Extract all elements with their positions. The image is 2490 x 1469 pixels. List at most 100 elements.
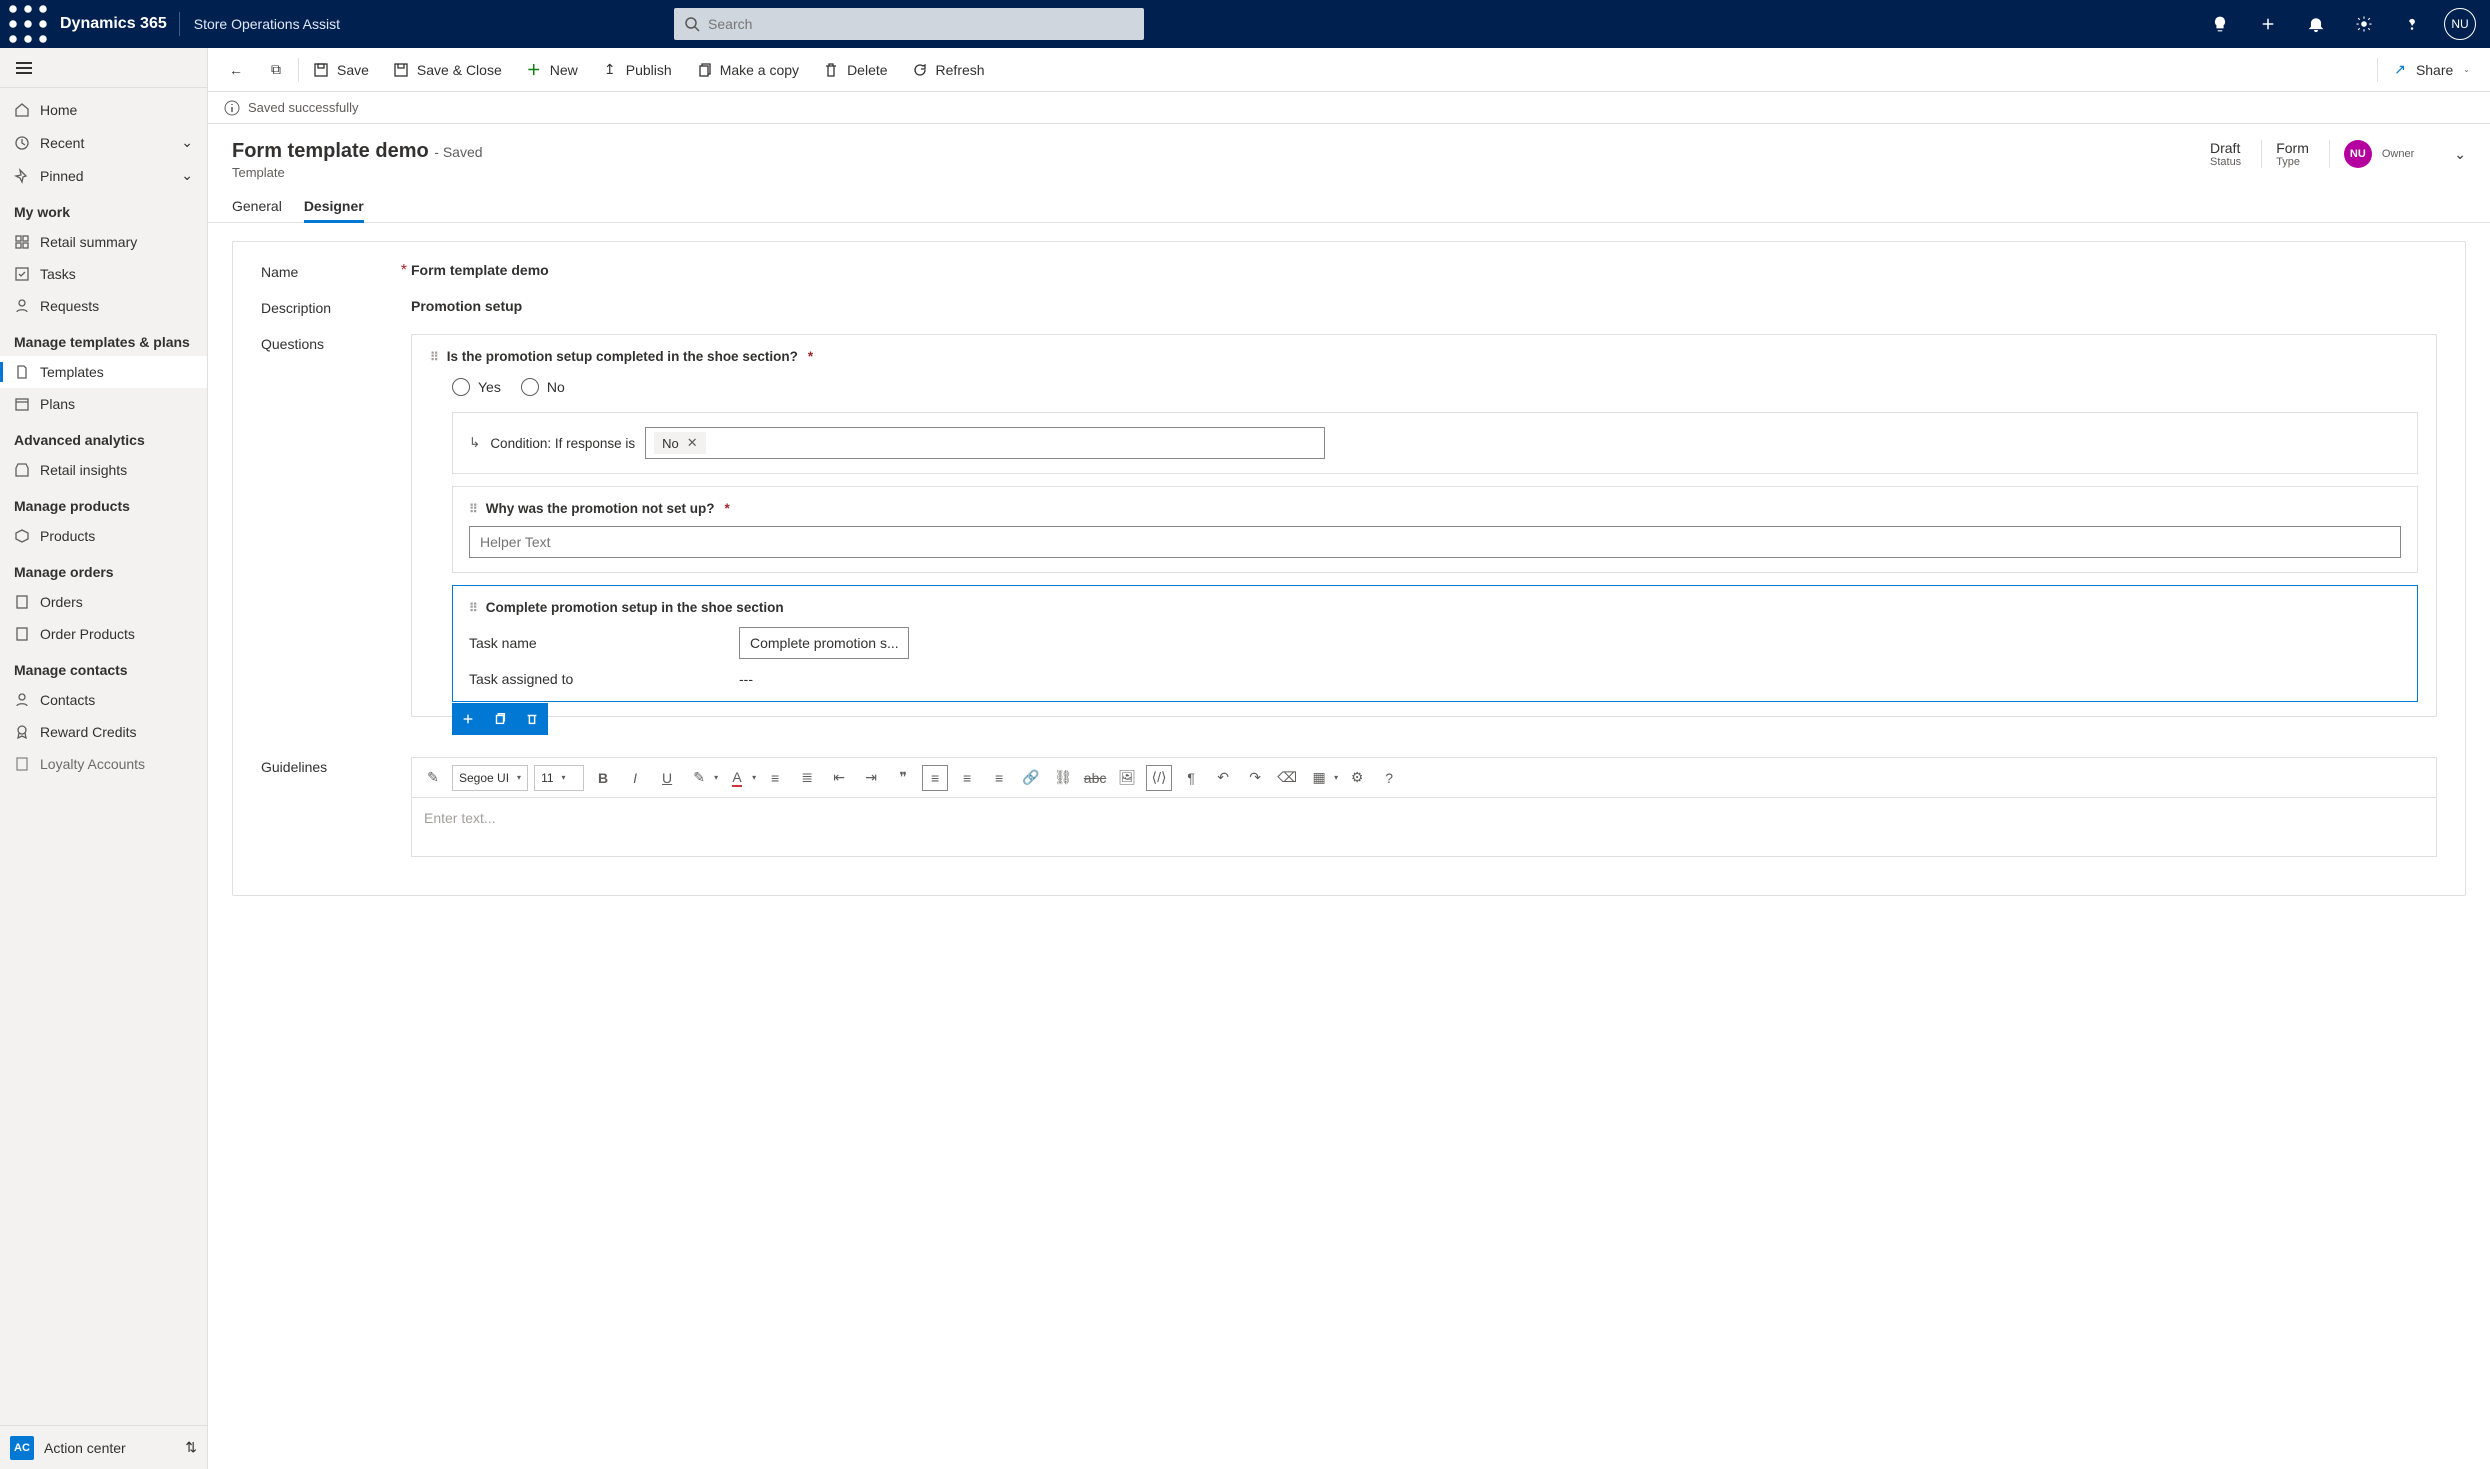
tab-general[interactable]: General (232, 190, 282, 222)
align-center-icon[interactable]: ≡ (954, 765, 980, 791)
nav-contacts[interactable]: Contacts (0, 684, 207, 716)
nav-products[interactable]: Products (0, 520, 207, 552)
font-select[interactable]: Segoe UI▾ (452, 765, 528, 791)
drag-handle-icon[interactable]: ⠿ (469, 601, 476, 615)
app-launcher-icon[interactable] (8, 0, 48, 48)
nav-retail-insights[interactable]: Retail insights (0, 454, 207, 486)
indent-icon[interactable]: ⇥ (858, 765, 884, 791)
rich-text-editor[interactable]: Enter text... (411, 797, 2437, 857)
add-action-button[interactable] (452, 703, 484, 735)
nav-toggle-icon[interactable] (16, 62, 32, 74)
clear-format-icon[interactable]: ⌫ (1274, 765, 1300, 791)
ltr-icon[interactable]: ¶ (1178, 765, 1204, 791)
save-icon (313, 62, 329, 78)
grid-icon (14, 234, 30, 250)
bold-icon[interactable]: B (590, 765, 616, 791)
undo-icon[interactable]: ↶ (1210, 765, 1236, 791)
strike-icon[interactable]: abc (1082, 765, 1108, 791)
open-new-window-button[interactable]: ⧉ (256, 48, 296, 92)
code-icon[interactable]: ⟨/⟩ (1146, 765, 1172, 791)
help-icon[interactable] (2390, 0, 2434, 48)
type-field[interactable]: Form Type (2261, 140, 2309, 168)
task-block[interactable]: ⠿ Complete promotion setup in the shoe s… (452, 585, 2418, 702)
global-search[interactable] (674, 8, 1144, 40)
nav-retail-summary[interactable]: Retail summary (0, 226, 207, 258)
add-icon[interactable] (2246, 0, 2290, 48)
search-input[interactable] (708, 16, 1134, 32)
unlink-icon[interactable]: ⛓ (1050, 765, 1076, 791)
option-no[interactable]: No (521, 378, 565, 396)
refresh-button[interactable]: Refresh (900, 48, 997, 92)
sub-question-header[interactable]: ⠿ Why was the promotion not set up? * (469, 501, 2401, 516)
image-icon[interactable]: 🖼 (1114, 765, 1140, 791)
format-painter-icon[interactable]: ✎ (420, 765, 446, 791)
drag-handle-icon[interactable]: ⠿ (430, 350, 437, 364)
delete-button[interactable]: Delete (811, 48, 899, 92)
nav-reward-credits[interactable]: Reward Credits (0, 716, 207, 748)
delete-action-button[interactable] (516, 703, 548, 735)
underline-icon[interactable]: U (654, 765, 680, 791)
trash-icon (823, 62, 839, 78)
new-button[interactable]: ＋New (514, 48, 590, 92)
condition-select[interactable]: No✕ (645, 427, 1325, 459)
tab-designer[interactable]: Designer (304, 190, 364, 222)
chevron-down-icon: ⌄ (181, 167, 193, 184)
redo-icon[interactable]: ↷ (1242, 765, 1268, 791)
status-field[interactable]: Draft Status (2210, 140, 2241, 168)
save-close-icon (393, 62, 409, 78)
number-list-icon[interactable]: ≣ (794, 765, 820, 791)
nav-templates[interactable]: Templates (0, 356, 207, 388)
nav-orders[interactable]: Orders (0, 586, 207, 618)
nav-label: Requests (40, 298, 99, 314)
owner-field[interactable]: NU Owner (2329, 140, 2414, 168)
align-right-icon[interactable]: ≡ (986, 765, 1012, 791)
help-icon[interactable]: ? (1376, 765, 1402, 791)
bell-icon[interactable] (2294, 0, 2338, 48)
nav-plans[interactable]: Plans (0, 388, 207, 420)
remove-chip-icon[interactable]: ✕ (687, 435, 698, 451)
helper-text-input[interactable] (469, 526, 2401, 558)
settings-icon[interactable]: ⚙ (1344, 765, 1370, 791)
user-avatar[interactable]: NU (2438, 0, 2482, 48)
task-assigned-value[interactable]: --- (739, 671, 753, 687)
task-name-input[interactable]: Complete promotion s... (739, 627, 909, 659)
nav-pinned[interactable]: Pinned ⌄ (0, 159, 207, 192)
link-icon[interactable]: 🔗 (1018, 765, 1044, 791)
bullet-list-icon[interactable]: ≡ (762, 765, 788, 791)
publish-button[interactable]: ↥Publish (590, 48, 684, 92)
required-indicator: * (725, 501, 730, 516)
outdent-icon[interactable]: ⇤ (826, 765, 852, 791)
condition-chip[interactable]: No✕ (654, 432, 706, 454)
gear-icon[interactable] (2342, 0, 2386, 48)
quote-icon[interactable]: ❞ (890, 765, 916, 791)
drag-handle-icon[interactable]: ⠿ (469, 502, 476, 516)
align-left-icon[interactable]: ≡ (922, 765, 948, 791)
area-switcher[interactable]: AC Action center ⇅ (0, 1425, 207, 1469)
font-size-select[interactable]: 11▾ (534, 765, 584, 791)
nav-loyalty-accounts[interactable]: Loyalty Accounts (0, 748, 207, 780)
name-value[interactable]: Form template demo (411, 262, 549, 278)
question-header[interactable]: ⠿ Is the promotion setup completed in th… (430, 349, 2418, 364)
option-yes[interactable]: Yes (452, 378, 501, 396)
share-button[interactable]: ↗Share⌄ (2380, 48, 2482, 92)
italic-icon[interactable]: I (622, 765, 648, 791)
font-color-icon[interactable]: A (724, 765, 750, 791)
nav-requests[interactable]: Requests (0, 290, 207, 322)
description-value[interactable]: Promotion setup (411, 298, 522, 314)
make-copy-button[interactable]: Make a copy (684, 48, 811, 92)
nav-home[interactable]: Home (0, 94, 207, 126)
page-icon (14, 626, 30, 642)
save-close-button[interactable]: Save & Close (381, 48, 514, 92)
chevron-down-icon[interactable]: ⌄ (2454, 146, 2466, 163)
app-name[interactable]: Store Operations Assist (180, 16, 354, 32)
nav-tasks[interactable]: Tasks (0, 258, 207, 290)
nav-recent[interactable]: Recent ⌄ (0, 126, 207, 159)
copy-action-button[interactable] (484, 703, 516, 735)
nav-order-products[interactable]: Order Products (0, 618, 207, 650)
back-button[interactable]: ← (216, 48, 256, 92)
highlight-icon[interactable]: ✎ (686, 765, 712, 791)
questions-container: ⠿ Is the promotion setup completed in th… (411, 334, 2437, 717)
table-icon[interactable]: ▦ (1306, 765, 1332, 791)
lightbulb-icon[interactable] (2198, 0, 2242, 48)
save-button[interactable]: Save (301, 48, 381, 92)
